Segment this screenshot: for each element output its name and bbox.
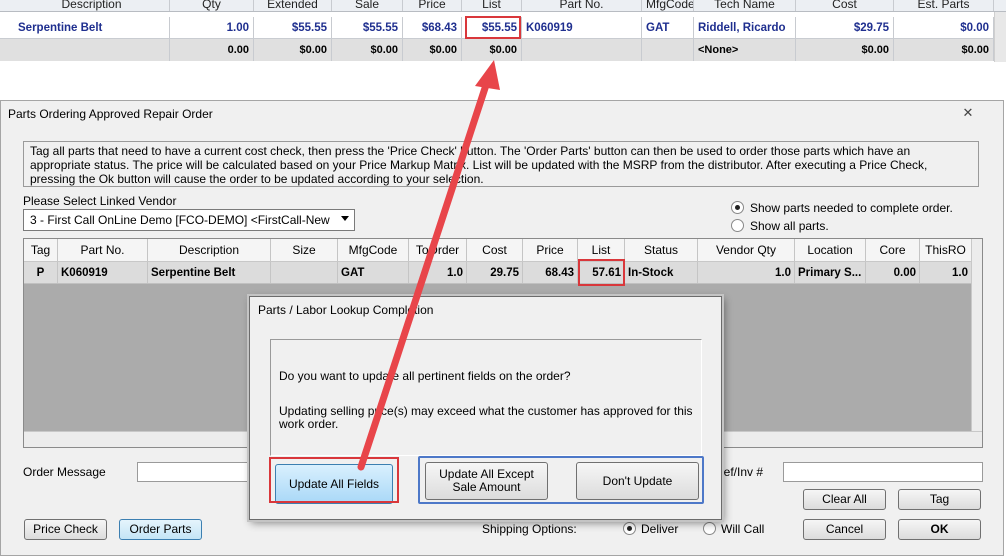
annotation-arrow [357, 60, 500, 471]
